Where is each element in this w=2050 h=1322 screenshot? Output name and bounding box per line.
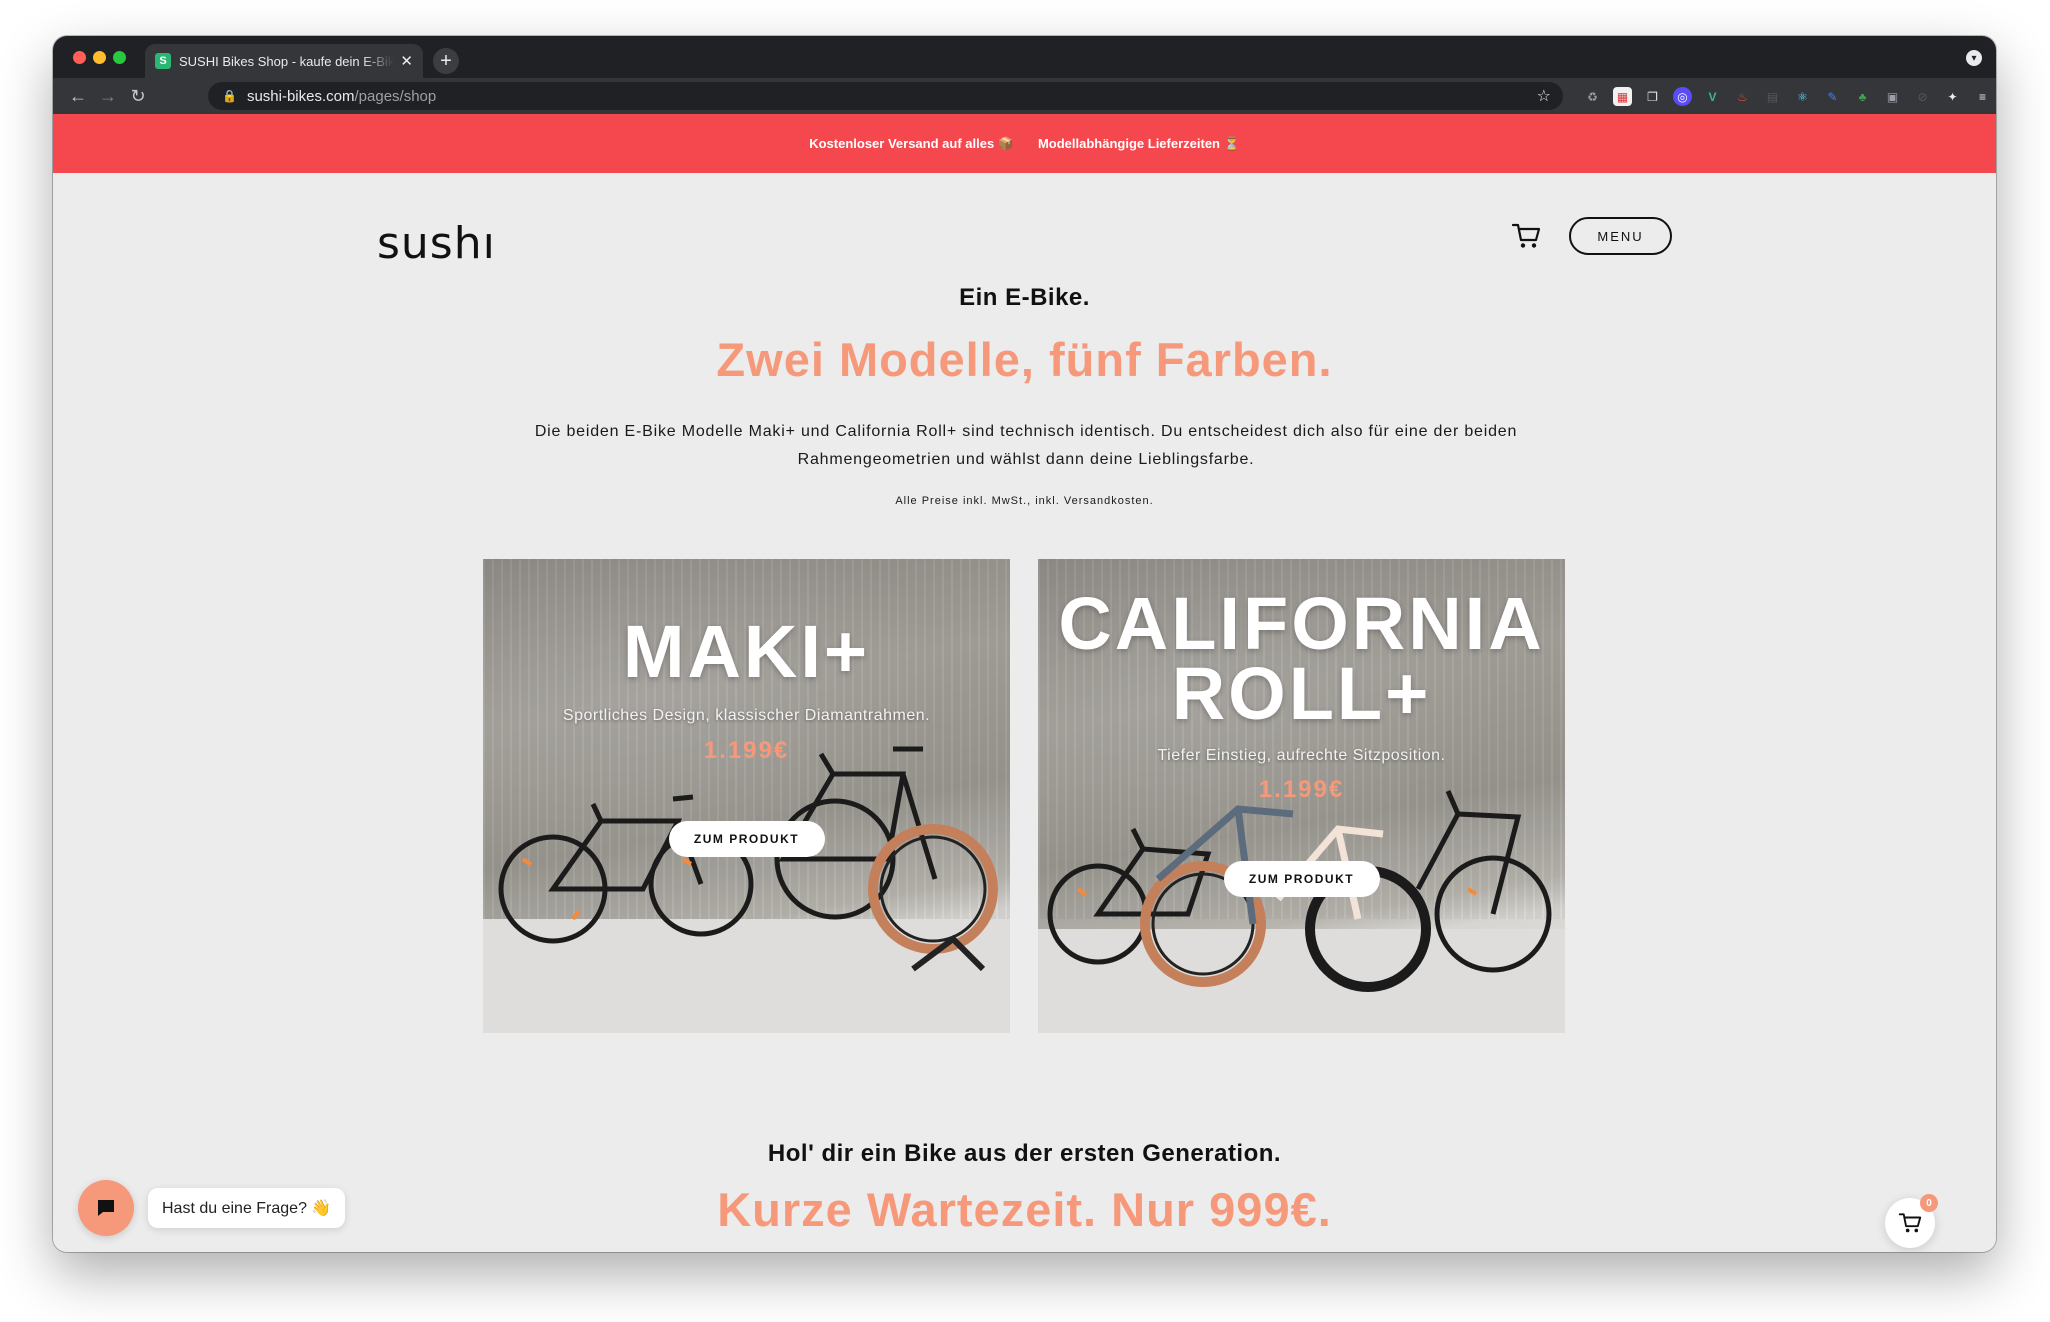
product-price: 1.199€ xyxy=(703,737,790,764)
menu-button[interactable]: MENU xyxy=(1569,217,1672,255)
hero-headline: Zwei Modelle, fünf Farben. xyxy=(716,333,1333,386)
california-roll-product-button[interactable]: ZUM PRODUKT xyxy=(1223,861,1380,897)
product-card-maki[interactable]: MAKI+ Sportliches Design, klassischer Di… xyxy=(483,559,1010,1033)
extension-react-icon[interactable]: ⚛ xyxy=(1793,87,1812,106)
close-tab-icon[interactable]: ✕ xyxy=(400,52,413,70)
chat-prompt-bubble[interactable]: Hast du eine Frage? 👋 xyxy=(148,1188,346,1228)
lock-icon: 🔒 xyxy=(222,89,237,103)
product-title: MAKI+ xyxy=(622,610,871,693)
cart-icon[interactable] xyxy=(1511,222,1541,250)
minimize-window-button[interactable] xyxy=(93,51,106,64)
cart-count-badge: 0 xyxy=(1920,1194,1938,1212)
url-path: /pages/shop xyxy=(354,87,437,105)
reload-icon[interactable]: ↻ xyxy=(125,83,151,109)
extension-vue-icon[interactable]: V xyxy=(1703,87,1722,106)
tab-strip: S SUSHI Bikes Shop - kaufe dein E-Bike ✕… xyxy=(53,36,1996,78)
extension-ring-icon[interactable]: ◎ xyxy=(1673,87,1692,106)
extensions-puzzle-icon[interactable]: ✦ xyxy=(1943,87,1962,106)
extension-copy-icon[interactable]: ❐ xyxy=(1643,87,1662,106)
reading-list-icon[interactable]: ≡ xyxy=(1973,87,1992,106)
product-subtitle: Sportliches Design, klassischer Diamantr… xyxy=(562,707,931,724)
product-price: 1.199€ xyxy=(1258,776,1345,803)
extension-tree-icon[interactable]: ♣ xyxy=(1853,87,1872,106)
floating-cart-icon xyxy=(1898,1213,1922,1233)
announcement-bar: Kostenloser Versand auf alles 📦 Modellab… xyxy=(53,114,1996,173)
browser-toolbar: ← → ↻ 🔒 sushi-bikes.com /pages/shop ☆ ♻ … xyxy=(53,78,1996,114)
close-window-button[interactable] xyxy=(73,51,86,64)
maki-product-button[interactable]: ZUM PRODUKT xyxy=(668,821,825,857)
product-card-california-roll[interactable]: CALIFORNIA ROLL+ Tiefer Einstieg, aufrec… xyxy=(1038,559,1565,1033)
extension-calendar-icon[interactable]: ▦ xyxy=(1613,87,1632,106)
maximize-window-button[interactable] xyxy=(113,51,126,64)
url-host: sushi-bikes.com xyxy=(246,87,355,105)
hero-kicker: Ein E-Bike. xyxy=(959,284,1090,311)
site-logo[interactable]: sushı xyxy=(377,218,496,269)
bookmark-star-icon[interactable]: ☆ xyxy=(1537,86,1551,106)
product-title-line2: ROLL+ xyxy=(1171,652,1432,735)
forward-icon[interactable]: → xyxy=(95,83,121,109)
product-title-line1: CALIFORNIA xyxy=(1058,582,1545,665)
extension-feather-icon[interactable]: ✎ xyxy=(1823,87,1842,106)
page-content: Kostenloser Versand auf alles 📦 Modellab… xyxy=(53,114,1996,1252)
announcement-shipping: Kostenloser Versand auf alles 📦 xyxy=(809,135,1014,151)
chat-button[interactable] xyxy=(78,1180,134,1236)
favicon-icon: S xyxy=(155,53,171,69)
browser-tab[interactable]: S SUSHI Bikes Shop - kaufe dein E-Bike ✕ xyxy=(145,44,423,78)
extensions-bar: ♻ ▦ ❐ ◎ V ♨ ▤ ⚛ ✎ ♣ ▣ ⊘ ✦ ≡ ● ⋮ xyxy=(1583,87,1996,106)
product-subtitle: Tiefer Einstieg, aufrechte Sitzposition. xyxy=(1157,747,1446,764)
tab-search-icon[interactable]: ▾ xyxy=(1966,50,1982,66)
address-bar[interactable]: 🔒 sushi-bikes.com /pages/shop ☆ xyxy=(208,82,1563,110)
extension-grid-icon[interactable]: ▤ xyxy=(1763,87,1782,106)
announcement-delivery: Modellabhängige Lieferzeiten ⏳ xyxy=(1037,135,1240,151)
floating-cart-button[interactable]: 0 xyxy=(1885,1194,1938,1248)
hero-intro: Die beiden E-Bike Modelle Maki+ und Cali… xyxy=(534,423,1518,468)
browser-window: S SUSHI Bikes Shop - kaufe dein E-Bike ✕… xyxy=(53,36,1996,1252)
extension-recycle-icon[interactable]: ♻ xyxy=(1583,87,1602,106)
new-tab-button[interactable]: + xyxy=(433,48,459,74)
extension-box-icon[interactable]: ▣ xyxy=(1883,87,1902,106)
tab-title: SUSHI Bikes Shop - kaufe dein E-Bike xyxy=(179,53,395,69)
generation-subhead: Hol' dir ein Bike aus der ersten Generat… xyxy=(767,1140,1282,1167)
extension-fire-icon[interactable]: ♨ xyxy=(1733,87,1752,106)
prices-note: Alle Preise inkl. MwSt., inkl. Versandko… xyxy=(895,495,1154,507)
chat-icon xyxy=(98,1200,114,1216)
extension-circle-icon[interactable]: ⊘ xyxy=(1913,87,1932,106)
back-icon[interactable]: ← xyxy=(65,83,91,109)
